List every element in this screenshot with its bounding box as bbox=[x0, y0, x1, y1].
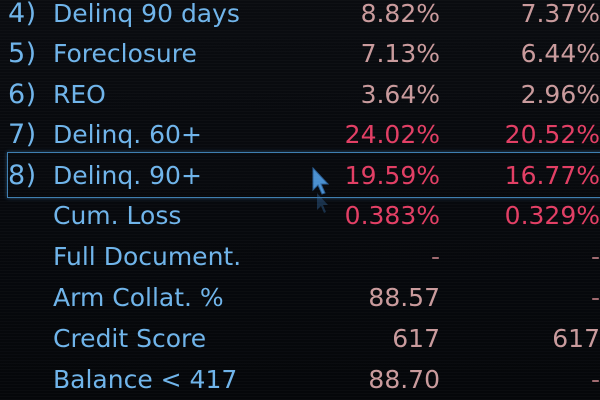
row-value-2: 617 bbox=[552, 324, 600, 353]
table-row[interactable]: Full Document. - - bbox=[0, 236, 600, 277]
row-value-2: 6.44% bbox=[520, 39, 600, 68]
row-label[interactable]: Foreclosure bbox=[53, 33, 197, 74]
row-index: 6) bbox=[8, 79, 37, 110]
row-value-2: - bbox=[590, 242, 600, 271]
table-row[interactable]: Balance < 417 88.70 - bbox=[0, 359, 600, 400]
mouse-pointer-shadow-icon bbox=[317, 193, 328, 213]
row-index: 5) bbox=[8, 38, 37, 69]
row-label[interactable]: Arm Collat. % bbox=[53, 277, 224, 318]
row-index: 8) bbox=[8, 160, 37, 191]
table-row[interactable]: 6) REO 3.64% 2.96% bbox=[0, 74, 600, 115]
row-value-1: 24.02% bbox=[344, 120, 440, 149]
row-value-1: 88.57 bbox=[368, 283, 440, 312]
row-value-2: 20.52% bbox=[504, 120, 600, 149]
row-label[interactable]: Full Document. bbox=[53, 236, 241, 277]
table-row[interactable]: Arm Collat. % 88.57 - bbox=[0, 277, 600, 318]
row-value-1: 8.82% bbox=[360, 0, 440, 28]
mouse-pointer-icon bbox=[312, 167, 330, 195]
row-value-2: 16.77% bbox=[504, 161, 600, 190]
row-value-1: 19.59% bbox=[344, 161, 440, 190]
table-row[interactable]: Credit Score 617 617 bbox=[0, 318, 600, 359]
row-label[interactable]: Delinq. 60+ bbox=[53, 114, 202, 155]
row-value-2: - bbox=[590, 365, 600, 394]
table-row[interactable]: Cum. Loss 0.383% 0.329% bbox=[0, 195, 600, 236]
row-label[interactable]: REO bbox=[53, 74, 106, 115]
row-label[interactable]: Delinq. 90+ bbox=[53, 155, 202, 196]
row-value-2: 2.96% bbox=[520, 80, 600, 109]
row-index: 7) bbox=[8, 119, 37, 150]
row-label[interactable]: Delinq 90 days bbox=[53, 0, 240, 34]
table-row[interactable]: 5) Foreclosure 7.13% 6.44% bbox=[0, 33, 600, 74]
row-value-1: 88.70 bbox=[368, 365, 440, 394]
row-value-1: 617 bbox=[392, 324, 440, 353]
row-value-2: - bbox=[590, 283, 600, 312]
row-value-2: 0.329% bbox=[504, 201, 600, 230]
row-label[interactable]: Cum. Loss bbox=[53, 195, 181, 236]
terminal-screen: 4) Delinq 90 days 8.82% 7.37% 5) Foreclo… bbox=[0, 0, 600, 400]
table-row[interactable]: 4) Delinq 90 days 8.82% 7.37% bbox=[0, 0, 600, 34]
row-value-2: 7.37% bbox=[520, 0, 600, 28]
row-value-1: - bbox=[430, 242, 440, 271]
row-value-1: 3.64% bbox=[360, 80, 440, 109]
row-index: 4) bbox=[8, 0, 37, 29]
row-value-1: 0.383% bbox=[344, 201, 440, 230]
table-row[interactable]: 7) Delinq. 60+ 24.02% 20.52% bbox=[0, 114, 600, 155]
row-label[interactable]: Credit Score bbox=[53, 318, 206, 359]
row-value-1: 7.13% bbox=[360, 39, 440, 68]
table-row-selected[interactable]: 8) Delinq. 90+ 19.59% 16.77% bbox=[0, 155, 600, 196]
row-label[interactable]: Balance < 417 bbox=[53, 359, 237, 400]
